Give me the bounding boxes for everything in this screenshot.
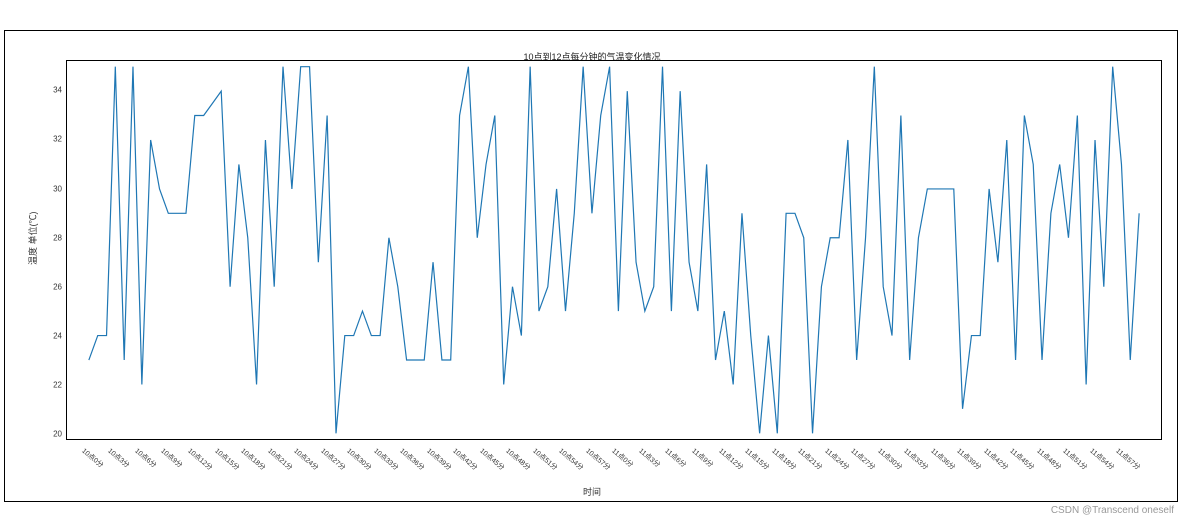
y-tick-label: 24: [53, 332, 62, 341]
y-tick-label: 30: [53, 184, 62, 193]
y-tick-label: 22: [53, 381, 62, 390]
y-tick-label: 28: [53, 233, 62, 242]
y-tick-label: 34: [53, 86, 62, 95]
x-axis-label: 时间: [583, 485, 601, 498]
line-series: [89, 67, 1139, 434]
y-tick-label: 20: [53, 430, 62, 439]
y-axis-label: 温度 单位(℃): [26, 212, 39, 266]
line-chart: [67, 61, 1161, 439]
watermark: CSDN @Transcend oneself: [1051, 505, 1174, 516]
y-tick-label: 26: [53, 282, 62, 291]
plot-area: [66, 60, 1162, 440]
y-tick-label: 32: [53, 135, 62, 144]
